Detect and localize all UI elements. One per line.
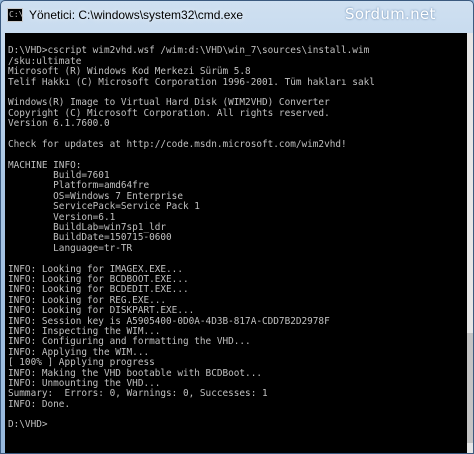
console-line: [ 100% ] Applying progress — [8, 357, 155, 369]
console-text: D:\VHD>cscript wim2vhd.wsf /wim:d:\VHD\w… — [5, 33, 467, 431]
window-title: Yönetici: C:\windows\system32\cmd.exe — [29, 8, 244, 22]
watermark: Sordum.net — [345, 5, 436, 23]
console-line: Language=tr-TR — [8, 242, 133, 254]
console-line: Version 6.1.7600.0 — [8, 118, 110, 130]
console-line: Telif Hakkı (C) Microsoft Corporation 19… — [8, 76, 375, 88]
console-line: Summary: Errors: 0, Warnings: 0, Success… — [8, 388, 268, 400]
console-line: D:\VHD> — [8, 419, 48, 431]
cmd-window: C:\ Yönetici: C:\windows\system32\cmd.ex… — [0, 0, 474, 454]
console-line: INFO: Done. — [8, 398, 71, 410]
console-line: Check for updates at http://code.msdn.mi… — [8, 138, 347, 150]
vertical-scrollbar[interactable] — [467, 33, 473, 453]
scrollbar-thumb[interactable] — [467, 333, 473, 443]
console-line: Microsoft (R) Windows Kod Merkezi Sürüm … — [8, 66, 251, 78]
console-output[interactable]: D:\VHD>cscript wim2vhd.wsf /wim:d:\VHD\w… — [5, 33, 467, 453]
console-line: INFO: Looking for DISKPART.EXE... — [8, 305, 195, 317]
cmd-icon[interactable]: C:\ — [7, 8, 23, 22]
